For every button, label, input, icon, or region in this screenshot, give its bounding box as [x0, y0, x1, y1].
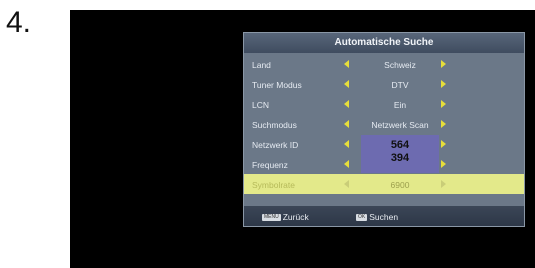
frequenz-value: 394 [390, 152, 410, 164]
arrow-right-icon[interactable] [441, 180, 446, 188]
row-land[interactable]: Land Schweiz [244, 54, 524, 74]
row-value: 6900 [390, 180, 410, 190]
arrow-left-icon[interactable] [344, 100, 349, 108]
search-hint[interactable]: OK Suchen [356, 212, 398, 222]
row-label: Land [252, 60, 271, 70]
row-label: LCN [252, 100, 270, 110]
back-hint[interactable]: MENU Zurück [262, 212, 309, 222]
arrow-left-icon[interactable] [344, 180, 349, 188]
arrow-right-icon[interactable] [441, 100, 446, 108]
row-label: Symbolrate [252, 180, 295, 190]
arrow-left-icon[interactable] [344, 120, 349, 128]
arrow-right-icon[interactable] [441, 60, 446, 68]
row-label: Suchmodus [252, 120, 297, 130]
row-label: Netzwerk ID [252, 140, 299, 150]
arrow-right-icon[interactable] [441, 140, 446, 148]
arrow-left-icon[interactable] [344, 60, 349, 68]
row-suchmodus[interactable]: Suchmodus Netzwerk Scan [244, 114, 524, 134]
row-label: Frequenz [252, 160, 288, 170]
netzwerk-id-value: 564 [390, 139, 410, 151]
auto-search-menu: Automatische Suche Land Schweiz Tuner Mo… [243, 32, 525, 227]
row-value: Netzwerk Scan [371, 120, 429, 130]
ok-key-icon: OK [356, 214, 368, 222]
row-value: Ein [393, 100, 407, 110]
row-symbolrate[interactable]: Symbolrate 6900 [244, 174, 524, 194]
arrow-right-icon[interactable] [441, 80, 446, 88]
menu-footer: MENU Zurück OK Suchen [244, 206, 524, 226]
settings-list: Land Schweiz Tuner Modus DTV LCN Ein Suc… [244, 54, 524, 194]
arrow-right-icon[interactable] [441, 120, 446, 128]
arrow-left-icon[interactable] [344, 160, 349, 168]
row-value: DTV [391, 80, 409, 90]
row-value: Schweiz [384, 60, 416, 70]
number-entry-box[interactable]: 564 394 [361, 135, 439, 173]
arrow-right-icon[interactable] [441, 160, 446, 168]
arrow-left-icon[interactable] [344, 80, 349, 88]
menu-key-icon: MENU [262, 214, 281, 222]
menu-title: Automatische Suche [244, 33, 524, 53]
arrow-left-icon[interactable] [344, 140, 349, 148]
row-lcn[interactable]: LCN Ein [244, 94, 524, 114]
row-label: Tuner Modus [252, 80, 302, 90]
back-label: Zurück [282, 212, 309, 222]
step-number: 4. [6, 6, 32, 39]
search-label: Suchen [369, 212, 399, 222]
row-tuner-modus[interactable]: Tuner Modus DTV [244, 74, 524, 94]
